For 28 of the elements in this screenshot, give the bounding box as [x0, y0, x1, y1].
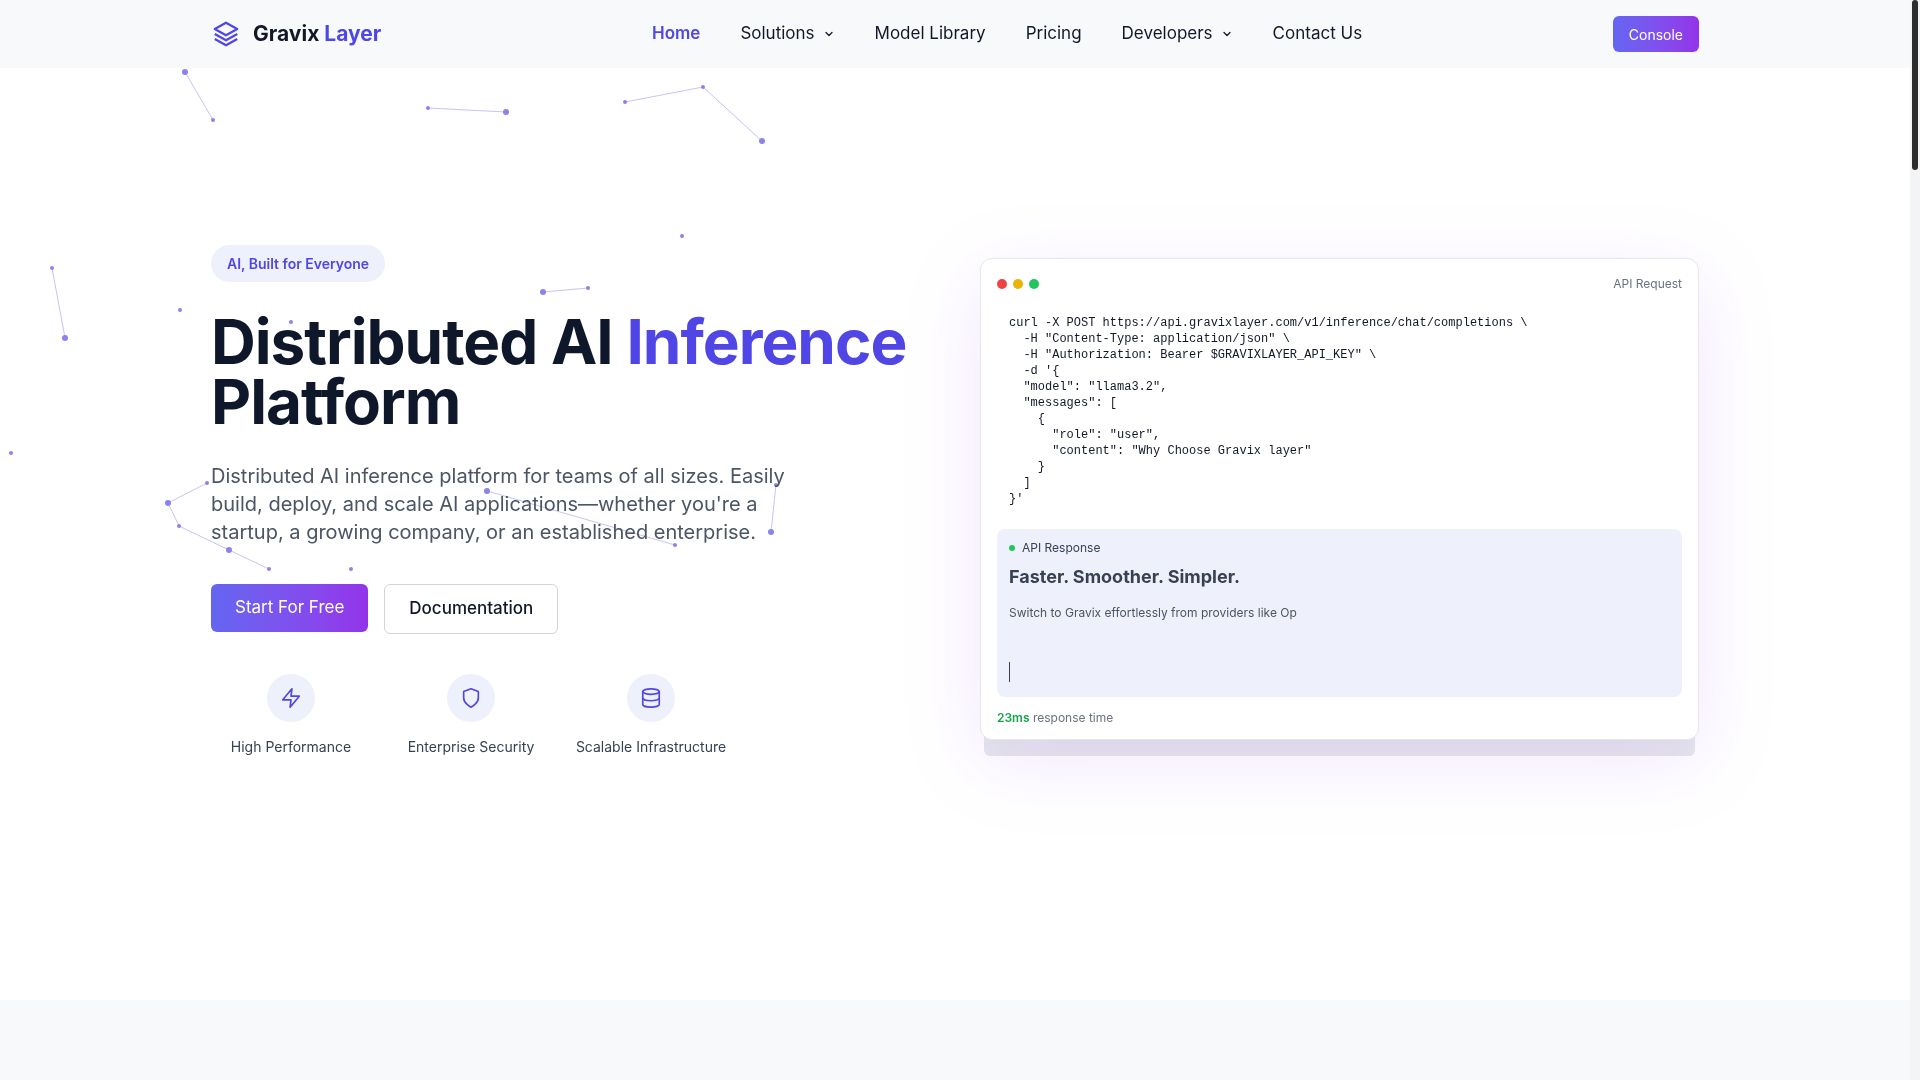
feature-label: Enterprise Security: [407, 737, 535, 757]
code-text: curl -X POST https://api.gravixlayer.com/v1/inference/chat/completions \ -H "Content-Type: application/json" \ -H "Authorization: Bearer $GRAVIXLAYER_API_KEY" \ -d '{ "model": "llama3.2", "messages": [ { "role": "user", "content": "Why Choose Gravix layer" } ] }': [1009, 315, 1529, 507]
text-cursor: [1009, 662, 1010, 682]
documentation-button[interactable]: Documentation: [384, 584, 559, 634]
nav-link[interactable]: Pricing: [1025, 21, 1082, 47]
nav-link[interactable]: Home: [652, 21, 701, 47]
shield-icon: [460, 687, 482, 709]
nav-link[interactable]: Solutions: [740, 21, 835, 47]
logo-link[interactable]: Gravix Layer: [211, 18, 641, 50]
tagline-badge: AI, Built for Everyone: [211, 245, 386, 282]
response-text: Switch to Gravix effortlessly from providers like Op: [1009, 604, 1298, 622]
response-time: 23ms response time: [997, 709, 1115, 727]
card-title: API Request: [1613, 275, 1682, 293]
response-label: API Response: [1022, 539, 1101, 557]
nav-link[interactable]: Developers: [1121, 21, 1233, 47]
console-button[interactable]: Console: [1612, 16, 1699, 52]
nav-link[interactable]: Model Library: [874, 21, 986, 47]
feature-label: Scalable Infrastructure: [575, 737, 727, 757]
start-for-free-button[interactable]: Start For Free: [211, 584, 369, 632]
lightning-icon: [280, 687, 302, 709]
nav-link[interactable]: Contact Us: [1272, 21, 1363, 47]
scrollbar-thumb[interactable]: [1912, 0, 1918, 170]
layers-icon: [211, 19, 241, 49]
hero-heading: Distributed AI Inference Platform: [211, 312, 908, 432]
hero-description: Distributed AI inference platform for teams of all sizes. Easily build, deploy, and scale AI applications—whether you're a startup, a growing company, or an established enterprise.: [211, 463, 786, 546]
feature-label: High Performance: [230, 737, 352, 757]
database-icon: [640, 687, 662, 709]
response-heading: Faster. Smoother. Simpler.: [1009, 565, 1241, 589]
